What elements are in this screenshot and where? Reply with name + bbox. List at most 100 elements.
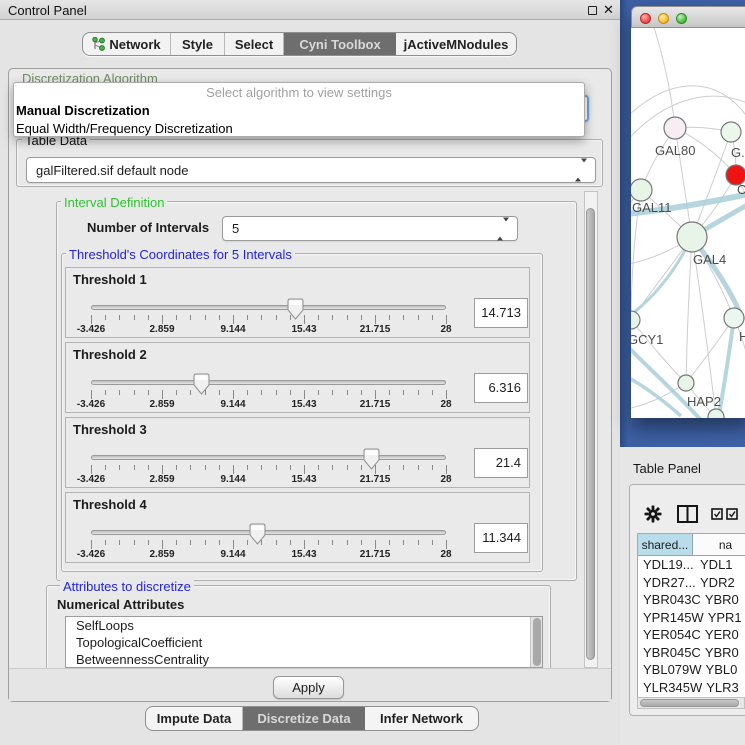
apply-button[interactable]: Apply <box>273 676 344 699</box>
tab-infer-network[interactable]: Infer Network <box>365 707 478 730</box>
cell-shared-name[interactable]: YPR145W <box>638 609 704 627</box>
dropdown-item-manual-discretization[interactable]: Manual Discretization <box>14 102 584 120</box>
network-node[interactable] <box>631 311 640 329</box>
tab-style[interactable]: Style <box>171 33 225 55</box>
table-row[interactable]: YBR045CYBR0 <box>638 644 745 662</box>
cell-name[interactable]: YBR0 <box>701 644 745 662</box>
slider-tick <box>304 540 305 549</box>
cell-shared-name[interactable]: YBR045C <box>638 644 701 662</box>
table-row[interactable]: YBR043CYBR0 <box>638 591 745 609</box>
checkbox-icon[interactable] <box>726 508 739 520</box>
network-node[interactable] <box>724 308 744 328</box>
cell-name[interactable]: YBL0 <box>702 661 745 679</box>
slider-handle[interactable] <box>193 373 210 395</box>
slider-tick <box>361 540 362 545</box>
dropdown-item-equal-width[interactable]: Equal Width/Frequency Discretization <box>14 120 584 138</box>
table-row[interactable]: YPR145WYPR1 <box>638 609 745 627</box>
mac-minimize-icon[interactable] <box>658 13 669 24</box>
split-columns-icon[interactable] <box>677 505 698 523</box>
table-data-selected-value: galFiltered.sif default node <box>36 163 188 178</box>
threshold-block: Threshold 1-3.4262.8599.14415.4321.71528… <box>65 267 530 338</box>
cell-name[interactable]: YLR3 <box>702 679 745 697</box>
cell-shared-name[interactable]: YDR27... <box>638 574 696 592</box>
threshold-value-field[interactable]: 6.316 <box>474 373 528 403</box>
column-header-shared-name[interactable]: shared... <box>638 534 693 555</box>
mac-close-icon[interactable] <box>640 13 651 24</box>
slider-track[interactable] <box>91 305 446 310</box>
network-node[interactable] <box>677 222 707 252</box>
number-of-intervals-combobox[interactable]: 5 <box>222 216 518 241</box>
slider-tick <box>176 465 177 470</box>
float-window-icon[interactable] <box>588 6 597 15</box>
slider-track[interactable] <box>91 380 446 385</box>
table-row[interactable]: YBL079WYBL0 <box>638 661 745 679</box>
slider-handle[interactable] <box>363 448 380 470</box>
attribute-list-item[interactable]: SelfLoops <box>66 617 542 634</box>
settings-scrollbar-thumb[interactable] <box>586 208 595 660</box>
slider-track[interactable] <box>91 530 446 535</box>
node-table[interactable]: shared... na YDL19...YDL1YDR27...YDR2YBR… <box>637 533 745 709</box>
slider-handle[interactable] <box>287 298 304 320</box>
network-node[interactable] <box>721 122 741 142</box>
tab-network[interactable]: Network <box>83 33 171 55</box>
cell-name[interactable]: YPR1 <box>704 609 745 627</box>
cell-name[interactable]: YER0 <box>701 626 745 644</box>
gear-icon[interactable] <box>644 505 662 523</box>
tab-select-label: Select <box>235 37 273 52</box>
checkbox-icon[interactable] <box>711 508 724 520</box>
network-node-label: C <box>737 182 745 197</box>
threshold-value-field[interactable]: 14.713 <box>474 298 528 328</box>
tab-impute-data[interactable]: Impute Data <box>146 707 243 730</box>
table-data-combobox[interactable]: galFiltered.sif default node <box>26 157 596 183</box>
cell-name[interactable]: YDR2 <box>696 574 745 592</box>
slider-tick <box>276 315 277 320</box>
slider-tick <box>247 315 248 320</box>
slider-tick-label: 28 <box>416 399 476 410</box>
attributes-list-scrollbar[interactable] <box>530 617 542 667</box>
apply-strip: Apply <box>9 668 611 701</box>
tab-discretize-data-label: Discretize Data <box>257 711 350 726</box>
table-horizontal-scrollbar[interactable] <box>637 697 745 709</box>
table-scrollbar-thumb[interactable] <box>640 699 739 707</box>
numerical-attributes-list[interactable]: SelfLoopsTopologicalCoefficientBetweenne… <box>65 616 543 668</box>
slider-tick <box>162 540 163 549</box>
slider-tick <box>418 390 419 395</box>
attribute-list-item[interactable]: TopologicalCoefficient <box>66 634 542 651</box>
slider-tick <box>389 465 390 470</box>
network-node[interactable] <box>664 117 686 139</box>
table-row[interactable]: YDR27...YDR2 <box>638 574 745 592</box>
slider-track[interactable] <box>91 455 446 460</box>
tab-jactivemnodules[interactable]: jActiveMNodules <box>396 33 516 55</box>
bottom-tabs: Impute Data Discretize Data Infer Networ… <box>145 706 479 731</box>
threshold-value-field[interactable]: 11.344 <box>474 523 528 553</box>
cell-shared-name[interactable]: YBL079W <box>638 661 702 679</box>
cell-shared-name[interactable]: YLR345W <box>638 679 702 697</box>
network-node[interactable] <box>631 179 652 201</box>
cell-shared-name[interactable]: YER054C <box>638 626 701 644</box>
table-row[interactable]: YDL19...YDL1 <box>638 556 745 574</box>
threshold-label: Threshold 4 <box>73 497 147 512</box>
settings-scrollbar[interactable] <box>584 191 598 668</box>
slider-tick <box>233 465 234 474</box>
cell-name[interactable]: YDL1 <box>696 556 745 574</box>
slider-tick <box>332 315 333 320</box>
tab-select[interactable]: Select <box>225 33 284 55</box>
column-header-name[interactable]: na <box>693 534 745 555</box>
tab-discretize-data[interactable]: Discretize Data <box>243 707 365 730</box>
slider-tick <box>176 315 177 320</box>
slider-tick <box>105 315 106 320</box>
network-node[interactable] <box>678 375 694 391</box>
cell-shared-name[interactable]: YDL19... <box>638 556 696 574</box>
numerical-attributes-label: Numerical Attributes <box>57 597 184 612</box>
mac-zoom-icon[interactable] <box>676 13 687 24</box>
network-canvas[interactable]: GAL80G.CGAL11GAL4GCY1HHAP2 <box>631 28 745 418</box>
slider-handle[interactable] <box>249 523 266 545</box>
close-icon[interactable]: ✕ <box>603 2 614 18</box>
cell-shared-name[interactable]: YBR043C <box>638 591 701 609</box>
attribute-list-item[interactable]: BetweennessCentrality <box>66 651 542 668</box>
cell-name[interactable]: YBR0 <box>701 591 745 609</box>
table-row[interactable]: YER054CYER0 <box>638 626 745 644</box>
tab-cyni-toolbox[interactable]: Cyni Toolbox <box>284 33 396 55</box>
threshold-value-field[interactable]: 21.4 <box>474 448 528 478</box>
table-row[interactable]: YLR345WYLR3 <box>638 679 745 697</box>
